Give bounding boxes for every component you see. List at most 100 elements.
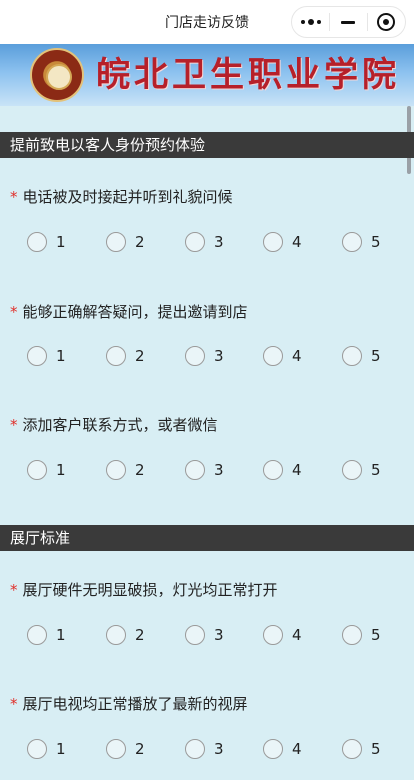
rating-option-2[interactable]: 2 xyxy=(106,345,145,367)
option-label: 2 xyxy=(135,740,145,758)
rating-options: 1 2 3 4 5 xyxy=(0,459,414,481)
radio-button[interactable] xyxy=(106,232,126,252)
school-banner: 皖北卫生职业学院 xyxy=(0,44,414,106)
radio-button[interactable] xyxy=(342,739,362,759)
rating-option-4[interactable]: 4 xyxy=(263,738,302,760)
option-label: 4 xyxy=(292,347,302,365)
option-label: 5 xyxy=(371,233,381,251)
radio-button[interactable] xyxy=(27,460,47,480)
section-header-appointment: 提前致电以客人身份预约体验 xyxy=(0,132,414,158)
option-label: 3 xyxy=(214,233,224,251)
radio-button[interactable] xyxy=(185,232,205,252)
title-bar: 门店走访反馈 xyxy=(0,0,414,44)
radio-button[interactable] xyxy=(342,625,362,645)
rating-option-5[interactable]: 5 xyxy=(342,345,381,367)
rating-option-5[interactable]: 5 xyxy=(342,624,381,646)
rating-option-2[interactable]: 2 xyxy=(106,624,145,646)
rating-option-5[interactable]: 5 xyxy=(342,738,381,760)
rating-option-4[interactable]: 4 xyxy=(263,345,302,367)
option-label: 2 xyxy=(135,461,145,479)
rating-option-3[interactable]: 3 xyxy=(185,459,224,481)
rating-option-3[interactable]: 3 xyxy=(185,231,224,253)
radio-button[interactable] xyxy=(342,232,362,252)
more-dots-icon xyxy=(300,19,321,25)
question-label: * 展厅硬件无明显破损，灯光均正常打开 xyxy=(10,579,278,600)
rating-option-2[interactable]: 2 xyxy=(106,231,145,253)
required-mark: * xyxy=(10,188,18,206)
radio-button[interactable] xyxy=(185,346,205,366)
radio-button[interactable] xyxy=(263,232,283,252)
option-label: 4 xyxy=(292,461,302,479)
question-text: 展厅硬件无明显破损，灯光均正常打开 xyxy=(22,581,278,599)
radio-button[interactable] xyxy=(27,346,47,366)
radio-button[interactable] xyxy=(185,739,205,759)
radio-button[interactable] xyxy=(185,625,205,645)
rating-option-4[interactable]: 4 xyxy=(263,231,302,253)
option-label: 1 xyxy=(56,461,66,479)
question-text: 电话被及时接起并听到礼貌问候 xyxy=(22,188,233,206)
rating-option-5[interactable]: 5 xyxy=(342,231,381,253)
radio-button[interactable] xyxy=(263,625,283,645)
rating-option-1[interactable]: 1 xyxy=(27,459,66,481)
radio-button[interactable] xyxy=(342,346,362,366)
question-label: * 添加客户联系方式，或者微信 xyxy=(10,414,218,435)
rating-option-1[interactable]: 1 xyxy=(27,231,66,253)
radio-button[interactable] xyxy=(106,739,126,759)
school-name: 皖北卫生职业学院 xyxy=(96,55,400,95)
required-mark: * xyxy=(10,581,18,599)
radio-button[interactable] xyxy=(185,460,205,480)
radio-button[interactable] xyxy=(263,739,283,759)
rating-options: 1 2 3 4 5 xyxy=(0,231,414,253)
rating-option-4[interactable]: 4 xyxy=(263,459,302,481)
radio-button[interactable] xyxy=(106,460,126,480)
option-label: 5 xyxy=(371,740,381,758)
close-button[interactable] xyxy=(368,7,405,37)
rating-option-2[interactable]: 2 xyxy=(106,459,145,481)
rating-option-3[interactable]: 3 xyxy=(185,738,224,760)
option-label: 3 xyxy=(214,626,224,644)
option-label: 5 xyxy=(371,626,381,644)
rating-options: 1 2 3 4 5 xyxy=(0,624,414,646)
option-label: 1 xyxy=(56,626,66,644)
target-icon xyxy=(377,13,396,31)
required-mark: * xyxy=(10,416,18,434)
option-label: 1 xyxy=(56,740,66,758)
more-button[interactable] xyxy=(292,7,329,37)
radio-button[interactable] xyxy=(263,346,283,366)
rating-option-1[interactable]: 1 xyxy=(27,345,66,367)
rating-option-1[interactable]: 1 xyxy=(27,624,66,646)
option-label: 2 xyxy=(135,626,145,644)
option-label: 4 xyxy=(292,626,302,644)
radio-button[interactable] xyxy=(27,625,47,645)
radio-button[interactable] xyxy=(342,460,362,480)
minimize-button[interactable] xyxy=(330,7,367,37)
option-label: 1 xyxy=(56,233,66,251)
option-label: 2 xyxy=(135,347,145,365)
question-text: 展厅电视均正常播放了最新的视屏 xyxy=(22,695,248,713)
question-label: * 能够正确解答疑问，提出邀请到店 xyxy=(10,301,248,322)
mini-program-capsule xyxy=(291,6,406,38)
option-label: 5 xyxy=(371,461,381,479)
radio-button[interactable] xyxy=(263,460,283,480)
option-label: 2 xyxy=(135,233,145,251)
rating-option-5[interactable]: 5 xyxy=(342,459,381,481)
section-header-showroom: 展厅标准 xyxy=(0,525,414,551)
rating-option-3[interactable]: 3 xyxy=(185,624,224,646)
minus-icon xyxy=(341,20,356,24)
radio-button[interactable] xyxy=(106,625,126,645)
rating-option-1[interactable]: 1 xyxy=(27,738,66,760)
rating-options: 1 2 3 4 5 xyxy=(0,738,414,760)
radio-button[interactable] xyxy=(27,232,47,252)
option-label: 3 xyxy=(214,740,224,758)
radio-button[interactable] xyxy=(27,739,47,759)
required-mark: * xyxy=(10,695,18,713)
option-label: 3 xyxy=(214,347,224,365)
option-label: 5 xyxy=(371,347,381,365)
rating-option-4[interactable]: 4 xyxy=(263,624,302,646)
rating-option-2[interactable]: 2 xyxy=(106,738,145,760)
option-label: 4 xyxy=(292,233,302,251)
question-label: * 展厅电视均正常播放了最新的视屏 xyxy=(10,693,248,714)
option-label: 4 xyxy=(292,740,302,758)
radio-button[interactable] xyxy=(106,346,126,366)
rating-option-3[interactable]: 3 xyxy=(185,345,224,367)
